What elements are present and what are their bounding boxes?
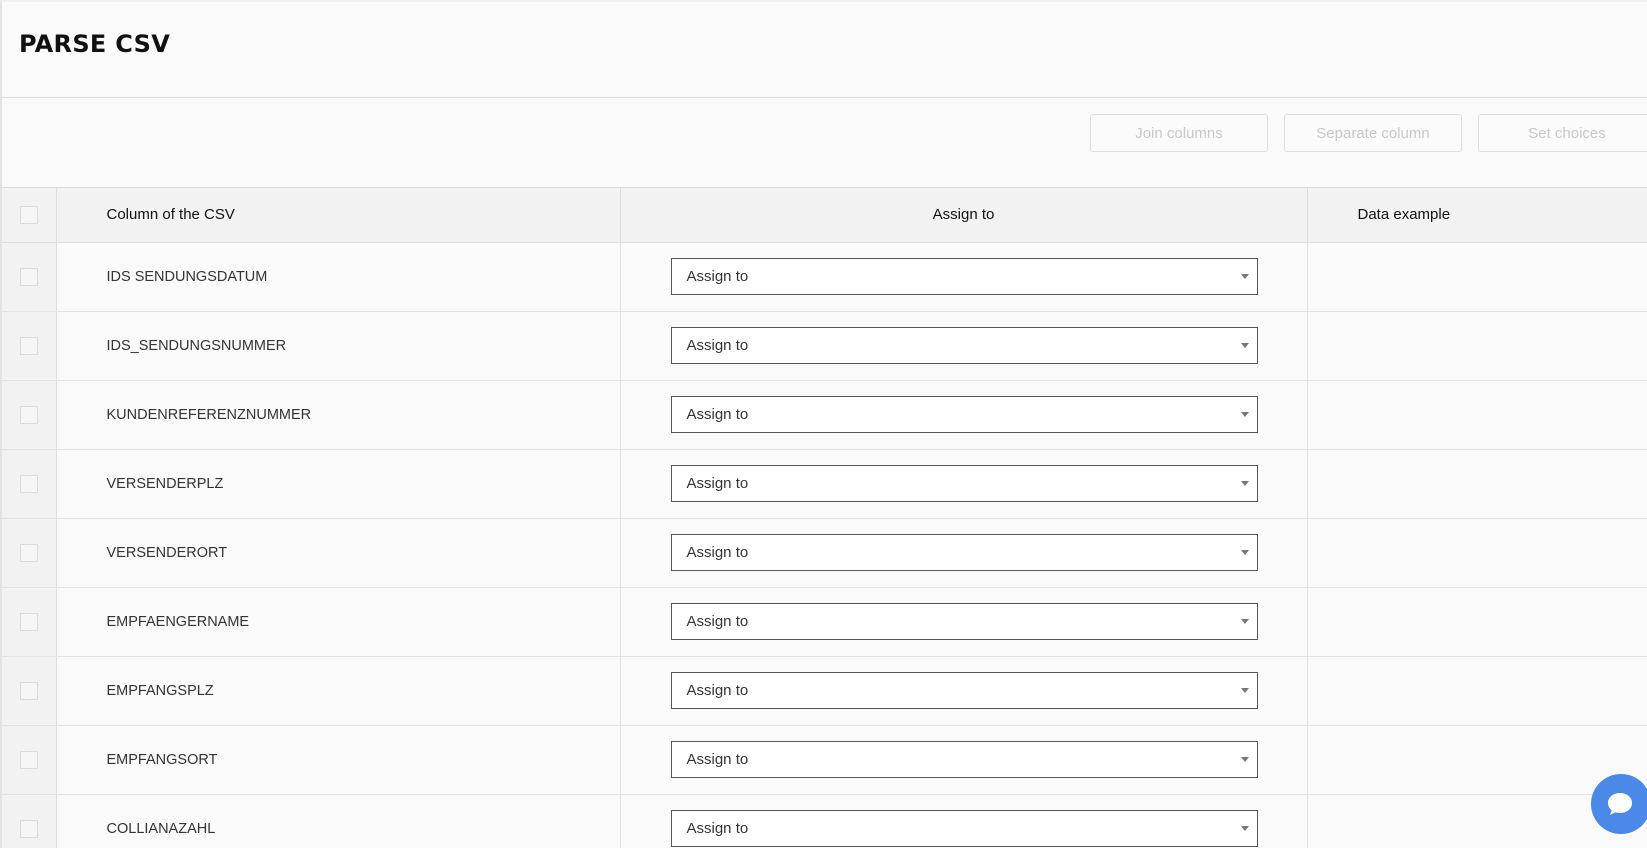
row-checkbox[interactable] [19, 612, 38, 631]
data-example-cell [1307, 587, 1647, 657]
assign-cell: Assign to [620, 587, 1308, 657]
assign-to-value: Assign to [686, 475, 749, 492]
data-example-cell [1307, 518, 1647, 588]
table-row: EMPFAENGERNAME Assign to [2, 587, 1647, 657]
page: PARSE CSV Join columns Separate column S… [0, 0, 1647, 848]
csv-column-name: COLLIANAZAHL [56, 794, 621, 848]
assign-cell: Assign to [620, 518, 1308, 588]
assign-cell: Assign to [620, 311, 1308, 381]
chevron-down-icon [1240, 412, 1249, 417]
table-row: KUNDENREFERENZNUMMER Assign to [2, 380, 1647, 450]
table-row: VERSENDERORT Assign to [2, 518, 1647, 588]
chevron-down-icon [1240, 274, 1249, 279]
column-header-data: Data example [1307, 188, 1647, 243]
data-example-cell [1307, 656, 1647, 726]
row-check-cell [2, 380, 57, 450]
csv-column-name: EMPFANGSORT [56, 725, 621, 795]
select-all-cell [2, 188, 57, 243]
page-title: PARSE CSV [19, 29, 171, 58]
row-check-cell [2, 242, 57, 312]
row-checkbox[interactable] [19, 819, 38, 838]
assign-cell: Assign to [620, 449, 1308, 519]
set-choices-button[interactable]: Set choices [1478, 114, 1647, 152]
table-row: IDS SENDUNGSDATUM Assign to [2, 242, 1647, 312]
data-example-cell [1307, 242, 1647, 312]
chevron-down-icon [1240, 550, 1249, 555]
table-row: EMPFANGSORT Assign to [2, 725, 1647, 795]
assign-to-select[interactable]: Assign to [670, 465, 1258, 502]
assign-to-select[interactable]: Assign to [670, 810, 1258, 847]
table-row: EMPFANGSPLZ Assign to [2, 656, 1647, 726]
assign-to-select[interactable]: Assign to [670, 258, 1258, 295]
csv-column-name: IDS_SENDUNGSNUMMER [56, 311, 621, 381]
assign-to-value: Assign to [686, 613, 749, 630]
toolbar: Join columns Separate column Set choices [2, 98, 1647, 188]
table-row: VERSENDERPLZ Assign to [2, 449, 1647, 519]
data-example-cell [1307, 449, 1647, 519]
assign-cell: Assign to [620, 656, 1308, 726]
assign-to-value: Assign to [686, 682, 749, 699]
csv-column-name: VERSENDERPLZ [56, 449, 621, 519]
assign-to-value: Assign to [686, 544, 749, 561]
row-checkbox[interactable] [19, 267, 38, 286]
csv-column-name: EMPFAENGERNAME [56, 587, 621, 657]
row-checkbox[interactable] [19, 336, 38, 355]
chat-icon [1608, 793, 1632, 815]
chevron-down-icon [1240, 826, 1249, 831]
assign-to-select[interactable]: Assign to [670, 534, 1258, 571]
assign-to-select[interactable]: Assign to [670, 603, 1258, 640]
data-example-cell [1307, 380, 1647, 450]
assign-to-select[interactable]: Assign to [670, 327, 1258, 364]
assign-to-value: Assign to [686, 820, 749, 837]
assign-to-value: Assign to [686, 406, 749, 423]
table-row: COLLIANAZAHL Assign to [2, 794, 1647, 848]
csv-column-name: KUNDENREFERENZNUMMER [56, 380, 621, 450]
chat-button[interactable] [1591, 774, 1647, 834]
row-check-cell [2, 656, 57, 726]
data-example-cell [1307, 725, 1647, 795]
join-columns-button[interactable]: Join columns [1090, 114, 1268, 152]
table-row: IDS_SENDUNGSNUMMER Assign to [2, 311, 1647, 381]
row-check-cell [2, 518, 57, 588]
assign-to-value: Assign to [686, 337, 749, 354]
chevron-down-icon [1240, 343, 1249, 348]
assign-cell: Assign to [620, 794, 1308, 848]
row-check-cell [2, 587, 57, 657]
assign-cell: Assign to [620, 380, 1308, 450]
row-checkbox[interactable] [19, 681, 38, 700]
assign-to-select[interactable]: Assign to [670, 672, 1258, 709]
separate-column-button[interactable]: Separate column [1284, 114, 1462, 152]
row-checkbox[interactable] [19, 474, 38, 493]
assign-cell: Assign to [620, 242, 1308, 312]
chevron-down-icon [1240, 619, 1249, 624]
page-header: PARSE CSV [2, 2, 1647, 98]
csv-column-name: VERSENDERORT [56, 518, 621, 588]
column-header-csv: Column of the CSV [56, 188, 621, 243]
select-all-checkbox[interactable] [19, 205, 38, 224]
assign-to-select[interactable]: Assign to [670, 396, 1258, 433]
chevron-down-icon [1240, 481, 1249, 486]
assign-to-value: Assign to [686, 268, 749, 285]
data-example-cell [1307, 311, 1647, 381]
table-header-row: Column of the CSV Assign to Data example [2, 188, 1647, 243]
row-check-cell [2, 311, 57, 381]
assign-cell: Assign to [620, 725, 1308, 795]
row-check-cell [2, 725, 57, 795]
assign-to-select[interactable]: Assign to [670, 741, 1258, 778]
row-checkbox[interactable] [19, 405, 38, 424]
csv-column-table: Column of the CSV Assign to Data example… [2, 188, 1647, 848]
row-checkbox[interactable] [19, 543, 38, 562]
row-checkbox[interactable] [19, 750, 38, 769]
chevron-down-icon [1240, 757, 1249, 762]
assign-to-value: Assign to [686, 751, 749, 768]
csv-column-name: EMPFANGSPLZ [56, 656, 621, 726]
row-check-cell [2, 449, 57, 519]
row-check-cell [2, 794, 57, 848]
column-header-assign: Assign to [620, 188, 1308, 243]
chevron-down-icon [1240, 688, 1249, 693]
csv-column-name: IDS SENDUNGSDATUM [56, 242, 621, 312]
